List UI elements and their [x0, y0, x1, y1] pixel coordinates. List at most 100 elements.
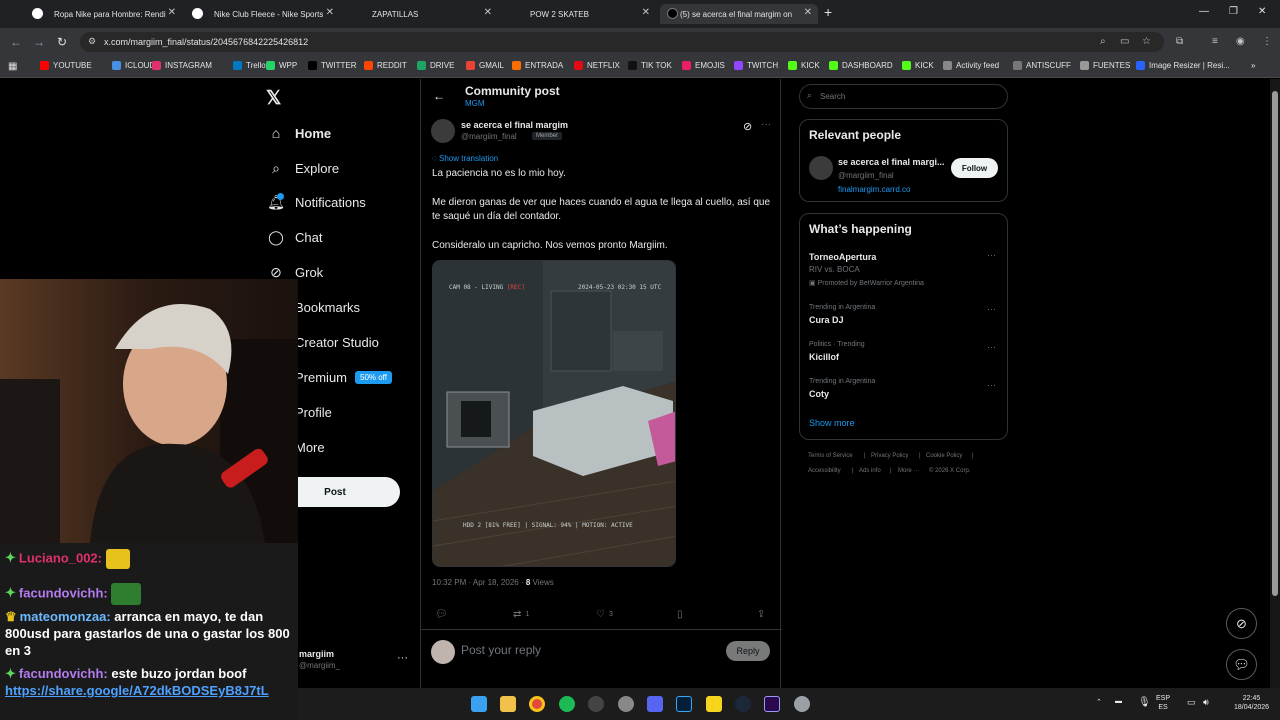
person-name[interactable]: se acerca el final margi...: [838, 157, 945, 167]
extensions-icon[interactable]: ⧉: [1176, 36, 1183, 47]
account-name[interactable]: margiim: [299, 649, 334, 659]
bookmark-item[interactable]: WPP: [266, 61, 297, 70]
davinci-icon[interactable]: [618, 696, 634, 712]
footer-link[interactable]: Privacy Policy: [871, 453, 908, 459]
reply-button[interactable]: Reply: [726, 641, 770, 661]
bookmark-item[interactable]: DRIVE: [417, 61, 454, 70]
like-action[interactable]: ♡ 3: [596, 609, 613, 620]
star-icon[interactable]: ☆: [1142, 36, 1151, 47]
volume-icon[interactable]: 🔊︎: [1203, 697, 1209, 708]
monitor-icon[interactable]: ▭: [1187, 697, 1196, 708]
bookmark-item[interactable]: NETFLIX: [574, 61, 620, 70]
restore-icon[interactable]: ❐: [1229, 6, 1238, 17]
page-scrollbar[interactable]: [1270, 79, 1280, 688]
author-name[interactable]: se acerca el final margim: [461, 120, 568, 130]
premiere-icon[interactable]: [764, 696, 780, 712]
chrome-icon[interactable]: [529, 696, 545, 712]
bookmark-item[interactable]: Image Resizer | Resi...: [1136, 61, 1230, 70]
close-icon[interactable]: ✕: [168, 7, 176, 18]
bookmark-item[interactable]: ICLOUD: [112, 61, 155, 70]
bookmark-item[interactable]: Trello: [233, 61, 266, 70]
bookmark-item[interactable]: DASHBOARD: [829, 61, 893, 70]
new-tab-button[interactable]: +: [824, 4, 832, 20]
grok-icon[interactable]: ⊘: [743, 120, 752, 133]
discord-icon[interactable]: [647, 696, 663, 712]
tray-chevron-icon[interactable]: ⌃: [1096, 698, 1102, 706]
bookmark-item[interactable]: FUENTES: [1080, 61, 1130, 70]
bookmark-item[interactable]: EMOJIS: [682, 61, 725, 70]
post-media-image[interactable]: CAM 08 - LIVING [REC] 2024-05-23 02:30 1…: [432, 260, 676, 567]
account-more-icon[interactable]: ···: [397, 652, 408, 664]
browser-tab[interactable]: ZAPATILLAS ✕: [340, 4, 498, 24]
clock[interactable]: 22:45 18/04/2026: [1234, 694, 1269, 712]
reply-action[interactable]: 💬︎: [435, 609, 448, 620]
forward-icon[interactable]: →: [33, 35, 45, 49]
bookmark-item[interactable]: TWITCH: [734, 61, 778, 70]
sidebar-item-chat[interactable]: ◯ Chat: [267, 225, 322, 249]
trend-name[interactable]: Cura DJ: [809, 315, 844, 325]
zoom-icon[interactable]: ⌕: [1100, 36, 1106, 47]
person-avatar[interactable]: [809, 156, 833, 180]
community-name[interactable]: MGM: [465, 99, 485, 108]
trend-name[interactable]: Coty: [809, 389, 829, 399]
bookmark-item[interactable]: YOUTUBE: [40, 61, 92, 70]
bookmark-item[interactable]: KICK: [788, 61, 820, 70]
bookmark-item[interactable]: TWITTER: [308, 61, 357, 70]
bookmark-item[interactable]: GMAIL: [466, 61, 504, 70]
footer-link[interactable]: Accessibility: [808, 468, 841, 474]
trend-more-icon[interactable]: ···: [987, 250, 996, 260]
more-bookmarks-icon[interactable]: »: [1251, 61, 1255, 70]
close-icon[interactable]: ✕: [642, 7, 650, 18]
bookmark-action[interactable]: ▯: [677, 609, 683, 620]
cast-icon[interactable]: ▭: [1120, 36, 1129, 47]
bookmark-item[interactable]: Activity feed: [943, 61, 999, 70]
menu-kebab-icon[interactable]: ⋮: [1262, 36, 1272, 47]
browser-tab[interactable]: Ropa Nike para Hombre: Rendi ✕: [22, 4, 182, 24]
reload-icon[interactable]: ↻: [57, 35, 67, 49]
windows-start-icon[interactable]: [471, 696, 487, 712]
notes-icon[interactable]: [706, 696, 722, 712]
reading-list-icon[interactable]: ≡: [1212, 36, 1218, 47]
reply-input[interactable]: Post your reply: [461, 643, 541, 657]
sidebar-item-explore[interactable]: ⌕ Explore: [267, 156, 339, 180]
footer-link[interactable]: Ads info: [859, 468, 881, 474]
bookmark-item[interactable]: TIK TOK: [628, 61, 672, 70]
close-icon[interactable]: ✕: [804, 7, 812, 18]
footer-link[interactable]: Terms of Service: [808, 453, 853, 459]
follow-button[interactable]: Follow: [951, 158, 998, 178]
bookmark-item[interactable]: KICK: [902, 61, 934, 70]
window-close-icon[interactable]: ✕: [1258, 6, 1266, 17]
spotify-icon[interactable]: [559, 696, 575, 712]
apps-grid-icon[interactable]: ▦: [8, 61, 17, 72]
trend-name[interactable]: TorneoApertura: [809, 252, 876, 262]
minimize-icon[interactable]: —: [1199, 6, 1209, 17]
trend-more-icon[interactable]: ···: [987, 342, 996, 352]
close-icon[interactable]: ✕: [326, 7, 334, 18]
chat-link[interactable]: https://share.google/A72dkBODSEyB8J7tL: [5, 683, 269, 698]
footer-link[interactable]: More ···: [898, 468, 919, 474]
obs-icon[interactable]: [588, 696, 604, 712]
steam-icon[interactable]: [735, 696, 751, 712]
scrollbar-thumb[interactable]: [1272, 91, 1278, 596]
file-explorer-icon[interactable]: [500, 696, 516, 712]
grok-floating-button[interactable]: ⊘: [1226, 608, 1257, 639]
x-logo-icon[interactable]: 𝕏: [266, 87, 281, 110]
messages-floating-button[interactable]: 💬︎: [1226, 649, 1257, 680]
back-icon[interactable]: ←: [10, 35, 22, 49]
address-bar[interactable]: ⚙ x.com/margiim_final/status/20456768422…: [80, 32, 1164, 52]
bookmark-item[interactable]: INSTAGRAM: [152, 61, 212, 70]
microphone-icon[interactable]: 🎙︎: [1138, 697, 1151, 708]
repost-action[interactable]: ⇄ 1: [513, 609, 529, 620]
trend-more-icon[interactable]: ···: [987, 380, 996, 390]
browser-tab[interactable]: POW 2 SKATEB ✕: [498, 4, 656, 24]
sidebar-item-home[interactable]: ⌂ Home: [267, 121, 331, 145]
close-icon[interactable]: ✕: [484, 7, 492, 18]
search-input[interactable]: ⌕ Search: [799, 84, 1008, 109]
browser-tab-active[interactable]: (5) se acerca el final margim on ✕: [660, 4, 818, 24]
browser-tab[interactable]: Nike Club Fleece - Nike Sports ✕: [182, 4, 340, 24]
site-info-icon[interactable]: ⚙: [88, 36, 96, 47]
show-more-link[interactable]: Show more: [809, 418, 855, 428]
bookmark-item[interactable]: ENTRADA: [512, 61, 563, 70]
account-handle[interactable]: @margiim_: [299, 661, 340, 670]
person-handle[interactable]: @margiim_final: [838, 171, 894, 180]
